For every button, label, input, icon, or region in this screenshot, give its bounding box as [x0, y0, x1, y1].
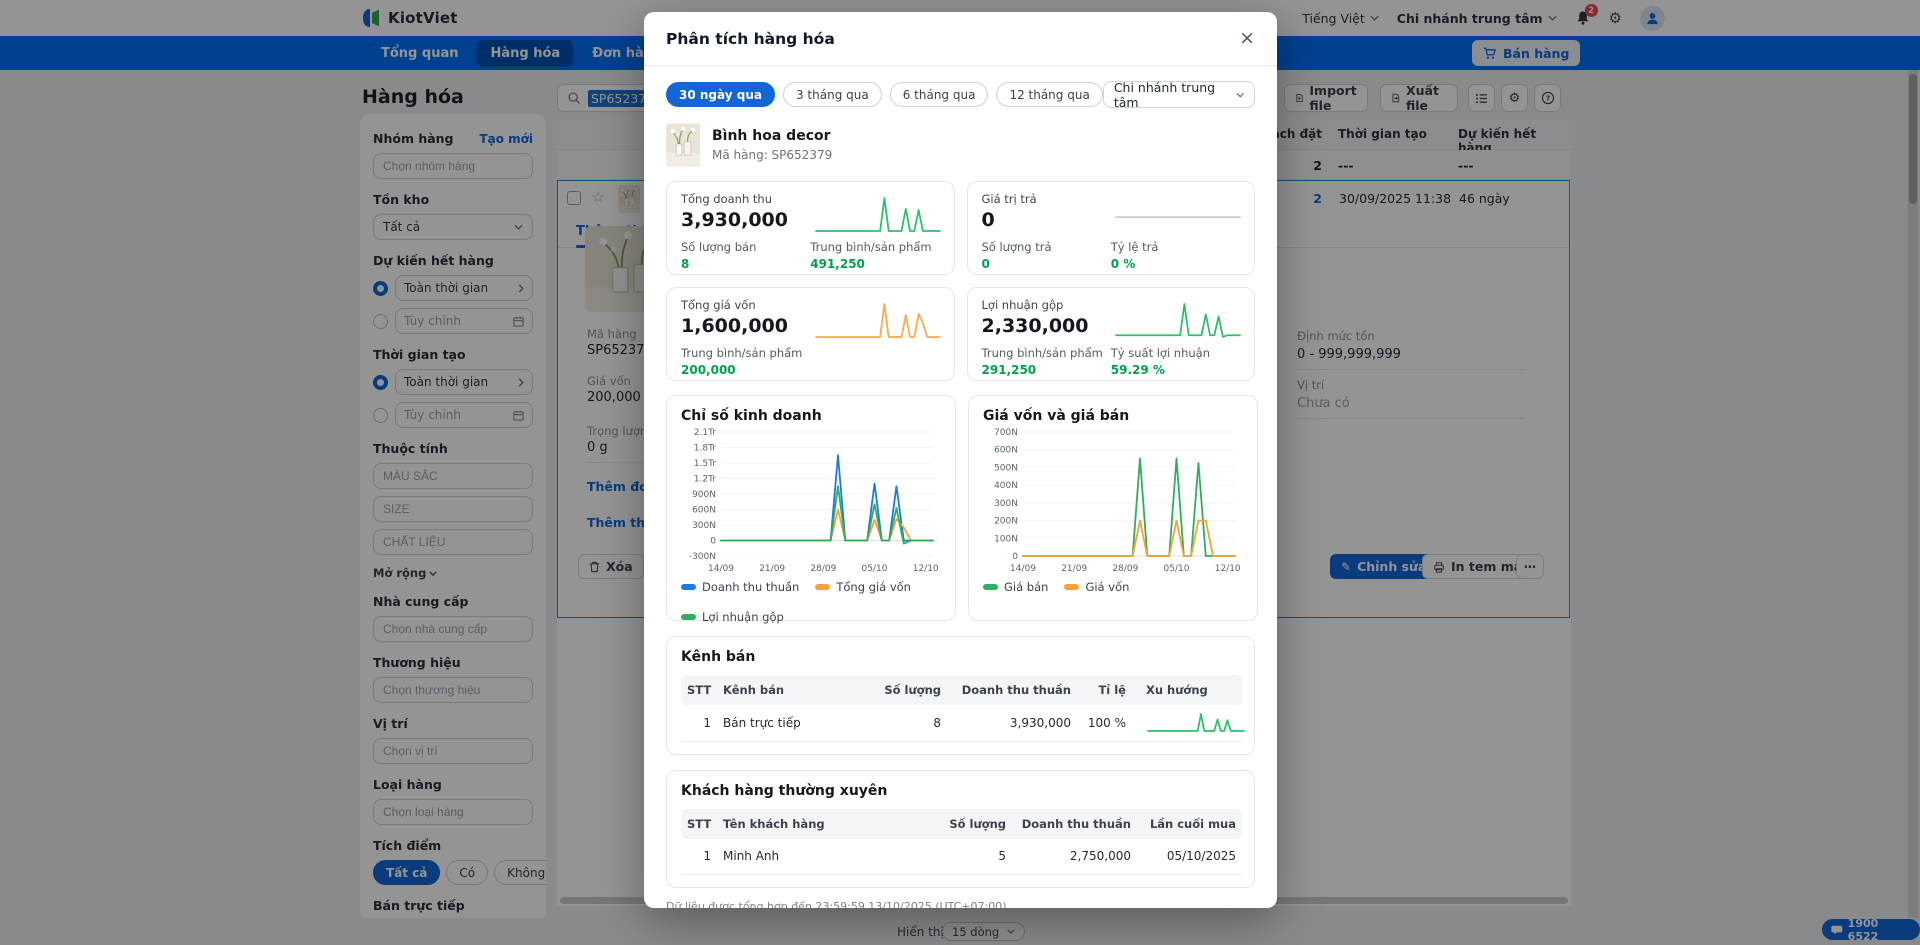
svg-text:400N: 400N: [994, 481, 1018, 491]
modal-product-name: Bình hoa decor: [712, 128, 832, 144]
frequent-customers-title: Khách hàng thường xuyên: [681, 783, 1240, 799]
modal-branch-select[interactable]: Chi nhánh trung tâm: [1103, 81, 1255, 108]
svg-text:1.2Tr: 1.2Tr: [694, 475, 716, 485]
profit-sparkline: [1114, 300, 1242, 342]
svg-text:1.5Tr: 1.5Tr: [694, 459, 716, 469]
svg-text:14/09: 14/09: [1010, 564, 1036, 574]
svg-text:700N: 700N: [994, 428, 1018, 438]
legend-swatch: [815, 584, 830, 590]
svg-text:-300N: -300N: [689, 552, 716, 562]
svg-text:0: 0: [710, 537, 716, 547]
svg-text:600N: 600N: [994, 446, 1018, 456]
channel-trend-sparkline: [1146, 710, 1246, 736]
legend-item[interactable]: Lợi nhuận gộp: [681, 610, 784, 624]
price-cost-legend: Giá bán Giá vốn: [983, 580, 1243, 594]
svg-text:2.1Tr: 2.1Tr: [694, 428, 716, 438]
stat-card-cost: Tổng giá vốn 1,600,000 Trung bình/sản ph…: [666, 287, 955, 381]
svg-text:900N: 900N: [692, 490, 716, 500]
svg-text:21/09: 21/09: [759, 564, 785, 574]
stat-cards: Tổng doanh thu 3,930,000 Số lượng bán8 T…: [666, 181, 1255, 381]
chevron-down-icon: [1236, 92, 1244, 98]
legend-swatch: [1064, 584, 1079, 590]
svg-text:14/09: 14/09: [708, 564, 734, 574]
frequent-customers-row: 1 Minh Anh 5 2,750,000 05/10/2025: [681, 839, 1242, 875]
svg-text:500N: 500N: [994, 463, 1018, 473]
modal-product-code: Mã hàng: SP652379: [712, 148, 832, 162]
product-analysis-modal: Phân tích hàng hóa × 30 ngày qua 3 tháng…: [644, 12, 1277, 908]
legend-label: Doanh thu thuần: [702, 580, 799, 594]
legend-item[interactable]: Doanh thu thuần: [681, 580, 799, 594]
cost-sparkline: [814, 300, 942, 342]
returns-sparkline: [1114, 194, 1242, 236]
svg-text:300N: 300N: [692, 521, 716, 531]
svg-text:21/09: 21/09: [1061, 564, 1087, 574]
range-3-months[interactable]: 3 tháng qua: [783, 82, 882, 107]
sales-channel-row: 1 Bán trực tiếp 8 3,930,000 100 %: [681, 705, 1242, 741]
modal-product-image: [666, 122, 700, 168]
stat-card-revenue: Tổng doanh thu 3,930,000 Số lượng bán8 T…: [666, 181, 955, 275]
sales-channel-header-row: STT Kênh bán Số lượng Doanh thu thuần Tỉ…: [681, 675, 1242, 705]
svg-text:28/09: 28/09: [1112, 564, 1138, 574]
legend-swatch: [681, 614, 696, 620]
legend-label: Tổng giá vốn: [836, 580, 911, 594]
legend-swatch: [681, 584, 696, 590]
frequent-customers-table: STT Tên khách hàng Số lượng Doanh thu th…: [681, 809, 1242, 876]
legend-item[interactable]: Giá bán: [983, 580, 1048, 594]
svg-text:12/10: 12/10: [913, 564, 939, 574]
business-metrics-legend: Doanh thu thuần Tổng giá vốn Lợi nhuận gộp: [681, 580, 941, 624]
range-6-months[interactable]: 6 tháng qua: [890, 82, 989, 107]
data-footnote: Dữ liệu được tổng hợp đến 23:59:59 13/10…: [666, 900, 1255, 908]
svg-text:600N: 600N: [692, 506, 716, 516]
stat-card-returns: Giá trị trả 0 Số lượng trả0 Tỷ lệ trả0 %: [967, 181, 1256, 275]
svg-text:200N: 200N: [994, 517, 1018, 527]
charts-row: Chỉ số kinh doanh 2.1Tr 1.8Tr 1.5Tr 1.2Tr 90…: [666, 395, 1255, 621]
business-metrics-chart-card: Chỉ số kinh doanh 2.1Tr 1.8Tr 1.5Tr 1.2Tr 90…: [666, 395, 956, 621]
svg-text:28/09: 28/09: [810, 564, 836, 574]
price-cost-chart: 700N 600N 500N 400N 300N 200N 100N 0 14/09 21/09 2…: [983, 424, 1243, 576]
price-cost-chart-title: Giá vốn và giá bán: [983, 408, 1243, 424]
svg-text:05/10: 05/10: [862, 564, 888, 574]
svg-text:1.8Tr: 1.8Tr: [694, 444, 716, 454]
frequent-customers-card: Khách hàng thường xuyên STT Tên khách hà…: [666, 770, 1255, 889]
sales-channel-title: Kênh bán: [681, 649, 1240, 665]
close-icon[interactable]: ×: [1239, 29, 1255, 48]
svg-text:12/10: 12/10: [1215, 564, 1241, 574]
svg-text:0: 0: [1012, 552, 1018, 562]
range-12-months[interactable]: 12 tháng qua: [996, 82, 1102, 107]
svg-text:300N: 300N: [994, 499, 1018, 509]
business-metrics-chart: 2.1Tr 1.8Tr 1.5Tr 1.2Tr 900N 600N 300N 0 -300N 14…: [681, 424, 941, 576]
range-30-days[interactable]: 30 ngày qua: [666, 82, 775, 107]
legend-swatch: [983, 584, 998, 590]
svg-text:05/10: 05/10: [1164, 564, 1190, 574]
screen: KiotViet Tiếng Việt Chi nhánh trung tâm …: [0, 0, 1920, 945]
frequent-customers-header-row: STT Tên khách hàng Số lượng Doanh thu th…: [681, 809, 1242, 839]
legend-label: Giá vốn: [1085, 580, 1129, 594]
sales-channel-table: STT Kênh bán Số lượng Doanh thu thuần Tỉ…: [681, 675, 1242, 742]
revenue-sparkline: [814, 194, 942, 236]
sales-channel-card: Kênh bán STT Kênh bán Số lượng Doanh thu…: [666, 636, 1255, 755]
legend-label: Giá bán: [1004, 580, 1048, 594]
svg-text:100N: 100N: [994, 534, 1018, 544]
legend-label: Lợi nhuận gộp: [702, 610, 784, 624]
legend-item[interactable]: Tổng giá vốn: [815, 580, 911, 594]
modal-title: Phân tích hàng hóa: [666, 30, 835, 48]
business-metrics-chart-title: Chỉ số kinh doanh: [681, 408, 941, 424]
price-cost-chart-card: Giá vốn và giá bán 700N 600N 500N 400N 300N 2…: [968, 395, 1258, 621]
legend-item[interactable]: Giá vốn: [1064, 580, 1129, 594]
stat-card-profit: Lợi nhuận gộp 2,330,000 Trung bình/sản p…: [967, 287, 1256, 381]
